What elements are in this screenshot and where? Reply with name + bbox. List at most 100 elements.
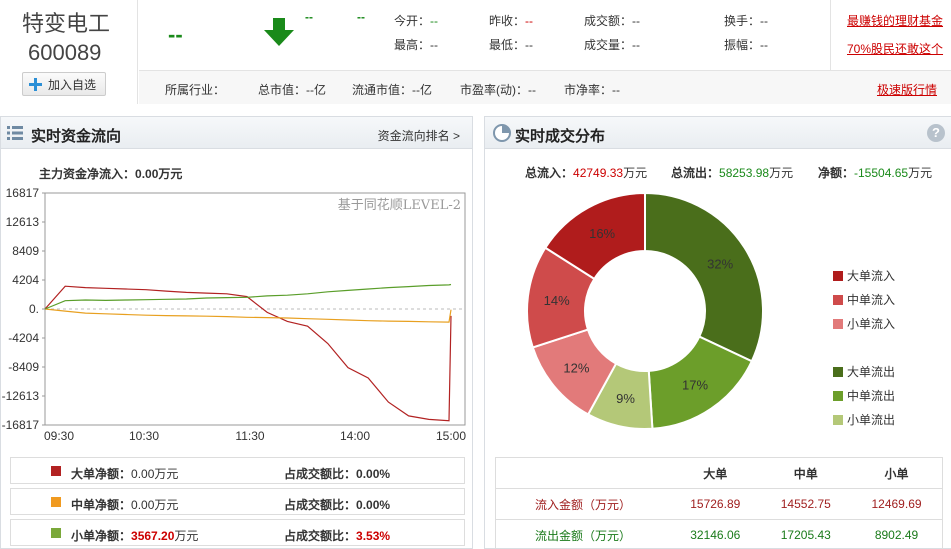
fund-flow-chart: 基于同花顺LEVEL-2 16817 12613 8409 4204 0. -4204 -84… <box>2 186 467 443</box>
price-change-pct: -- <box>357 10 365 24</box>
table-cell: 8902.49 <box>851 519 944 549</box>
quote-value: -- <box>632 14 641 28</box>
current-price: -- <box>168 22 183 47</box>
quote-item: 昨收：-- <box>489 12 533 29</box>
industry: 所属行业： <box>165 83 226 97</box>
total-outflow: 总流出：58253.98万元 <box>671 164 793 181</box>
total-inflow-unit: 万元 <box>623 166 648 180</box>
trade-distribution-donut: 32% 17% 9% 12% 14% 16% <box>526 191 764 430</box>
table-header: 小单 <box>851 457 944 489</box>
x-tick-label: 09:30 <box>44 429 74 443</box>
quote-item: 成交量：-- <box>584 36 640 53</box>
table-header: 中单 <box>760 457 852 489</box>
legend-ratio: 占成交额比：3.53% <box>284 529 391 543</box>
fund-flow-legend: 大单净额：0.00万元 占成交额比：0.00% 中单净额：0.00万元 占成交额比：0… <box>10 457 465 549</box>
table-cell: 流入金额（万元） <box>495 488 671 520</box>
fund-flow-title: 实时资金流向 <box>31 128 122 145</box>
slice-label: 32% <box>707 256 733 271</box>
quote-item: 换手：-- <box>724 12 768 29</box>
fund-flow-panel: 实时资金流向 资金流向排名 > 主力资金净流入：0.00万元 基于同花顺LEVE… <box>0 116 473 549</box>
main-net-inflow-value: 0.00万元 <box>135 167 183 181</box>
investor-link[interactable]: 70%股民还敢这个 <box>847 40 943 57</box>
legend-swatch <box>833 295 843 305</box>
slice-label: 14% <box>544 293 570 308</box>
x-tick-label: 10:30 <box>129 429 159 443</box>
donut-legend-item: 中单流入 <box>833 291 895 308</box>
main-net-inflow-label: 主力资金净流入： <box>39 167 136 181</box>
total-outflow-value: 58253.98 <box>719 166 770 180</box>
slice-label: 17% <box>682 378 708 393</box>
quote-value: -- <box>430 38 439 52</box>
table-cell: 15726.89 <box>670 488 761 520</box>
legend-swatch <box>833 367 843 377</box>
stock-summary-bar: 所属行业： 总市值：--亿 流通市值：--亿 市盈率(动)：-- 市净率：-- … <box>139 70 951 104</box>
fund-link[interactable]: 最赚钱的理财基金 <box>847 12 943 29</box>
quote-value: -- <box>760 14 769 28</box>
legend-label: 小单净额：3567.20万元 <box>71 529 199 543</box>
quote-value: -- <box>525 14 534 28</box>
legend-row: 中单净额：0.00万元 占成交额比：0.00% <box>10 488 465 515</box>
add-to-watchlist-button[interactable]: 加入自选 <box>22 72 106 96</box>
quote-item: 振幅：-- <box>724 36 768 53</box>
quote-label: 成交量： <box>584 38 633 52</box>
legend-label: 大单流出 <box>847 365 896 379</box>
quote-value: -- <box>430 14 439 28</box>
add-to-watchlist-label: 加入自选 <box>48 77 97 92</box>
table-cell: 12469.69 <box>851 488 944 520</box>
trade-distribution-panel: 实时成交分布 ? 总流入：42749.33万元 总流出：58253.98万元 净… <box>484 116 951 549</box>
legend-swatch <box>51 466 61 476</box>
legend-swatch <box>833 271 843 281</box>
fast-quote-link[interactable]: 极速版行情 <box>877 81 937 98</box>
quote-label: 最高： <box>394 38 431 52</box>
y-tick-label: -12613 <box>2 389 40 403</box>
chart-watermark: 基于同花顺LEVEL-2 <box>338 197 461 213</box>
y-tick-label: 16817 <box>6 186 40 200</box>
quote-item: 最低：-- <box>489 36 533 53</box>
quote-item: 今开：-- <box>394 12 438 29</box>
slice-label: 9% <box>616 391 635 406</box>
promo-links: 最赚钱的理财基金 70%股民还敢这个 <box>830 0 951 70</box>
donut-legend-item: 大单流入 <box>833 267 895 284</box>
legend-swatch <box>51 497 61 507</box>
table-cell: 17205.43 <box>760 519 852 549</box>
fund-flow-rank-link[interactable]: 资金流向排名 > <box>378 127 460 144</box>
table-row-outflow: 流出金额（万元） 32146.06 17205.43 8902.49 <box>495 519 944 549</box>
quote-value: -- <box>632 38 641 52</box>
arrow-down-icon <box>264 18 294 46</box>
table-header-row: 大单 中单 小单 <box>495 457 944 489</box>
pb-ratio: 市净率：-- <box>564 83 620 97</box>
y-tick-label: -4204 <box>8 331 39 345</box>
flow-amount-table: 大单 中单 小单 流入金额（万元） 15726.89 14552.75 1246… <box>495 457 944 549</box>
quote-value: -- <box>760 38 769 52</box>
plus-icon <box>29 77 42 91</box>
quote-label: 昨收： <box>489 14 526 28</box>
y-tick-label: 4204 <box>12 273 39 287</box>
quote-label: 最低： <box>489 38 526 52</box>
help-icon[interactable]: ? <box>927 124 945 142</box>
legend-label: 中单净额：0.00万元 <box>71 498 179 512</box>
trade-distribution-title: 实时成交分布 <box>515 128 606 145</box>
x-tick-label: 14:00 <box>340 429 370 443</box>
quote-label: 成交额： <box>584 14 633 28</box>
y-tick-label: 0. <box>29 302 39 316</box>
y-tick-label: -8409 <box>8 360 39 374</box>
y-tick-label: 12613 <box>6 215 40 229</box>
quote-label: 振幅： <box>724 38 761 52</box>
table-cell: 14552.75 <box>760 488 852 520</box>
legend-label: 小单流出 <box>847 413 896 427</box>
y-tick-label: -16817 <box>2 418 40 432</box>
legend-label: 中单流入 <box>847 293 896 307</box>
legend-label: 中单流出 <box>847 389 896 403</box>
table-cell: 流出金额（万元） <box>495 519 671 549</box>
legend-label: 大单流入 <box>847 269 896 283</box>
list-icon <box>7 126 23 140</box>
pie-chart-icon <box>493 124 511 142</box>
slice-label: 12% <box>563 361 589 376</box>
total-outflow-label: 总流出： <box>671 166 720 180</box>
net-amount: 净额：-15504.65万元 <box>818 164 932 181</box>
slice-label: 16% <box>589 226 615 241</box>
quote-item: 最高：-- <box>394 36 438 53</box>
legend-swatch <box>833 319 843 329</box>
main-net-inflow: 主力资金净流入：0.00万元 <box>39 165 182 182</box>
legend-ratio: 占成交额比：0.00% <box>284 467 391 481</box>
